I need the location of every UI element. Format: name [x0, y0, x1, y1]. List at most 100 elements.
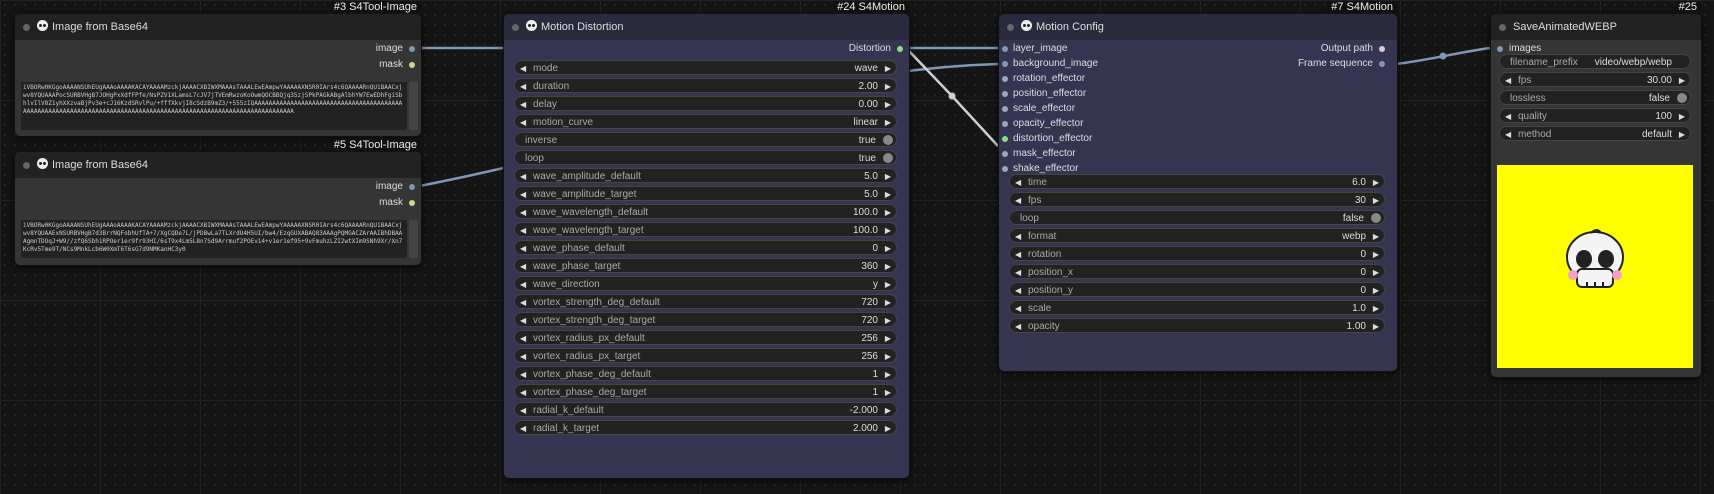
output-mask[interactable]: mask	[379, 58, 415, 72]
widget-loop[interactable]: loop false	[1009, 210, 1385, 225]
node-title[interactable]: Image from Base64	[15, 14, 421, 40]
output-frame-sequence[interactable]: Frame sequence	[1298, 57, 1385, 71]
increment-arrow-icon[interactable]: ▶	[885, 349, 891, 364]
widget-vortex-phase-deg-default[interactable]: ◀ vortex_phase_deg_default 1 ▶	[514, 366, 897, 381]
decrement-arrow-icon[interactable]: ◀	[1015, 247, 1021, 262]
decrement-arrow-icon[interactable]: ◀	[520, 187, 526, 202]
increment-arrow-icon[interactable]: ▶	[885, 367, 891, 382]
input-port-icon[interactable]	[1002, 76, 1008, 82]
increment-arrow-icon[interactable]: ▶	[885, 205, 891, 220]
decrement-arrow-icon[interactable]: ◀	[520, 403, 526, 418]
output-port-icon[interactable]	[409, 200, 415, 206]
decrement-arrow-icon[interactable]: ◀	[520, 115, 526, 130]
decrement-arrow-icon[interactable]: ◀	[520, 367, 526, 382]
input-port-icon[interactable]	[1002, 46, 1008, 52]
input-rotation-effector[interactable]: rotation_effector	[1002, 72, 1085, 86]
preview-image[interactable]	[1497, 165, 1693, 368]
decrement-arrow-icon[interactable]: ◀	[520, 79, 526, 94]
widget-duration[interactable]: ◀ duration 2.00 ▶	[514, 78, 897, 93]
widget-fps[interactable]: ◀ fps 30.00 ▶	[1499, 72, 1691, 87]
decrement-arrow-icon[interactable]: ◀	[1015, 301, 1021, 316]
input-port-icon[interactable]	[1002, 61, 1008, 67]
widget-lossless[interactable]: lossless false	[1499, 90, 1691, 105]
increment-arrow-icon[interactable]: ▶	[1373, 283, 1379, 298]
input-port-icon[interactable]	[1002, 106, 1008, 112]
increment-arrow-icon[interactable]: ▶	[885, 331, 891, 346]
output-mask[interactable]: mask	[379, 196, 415, 210]
decrement-arrow-icon[interactable]: ◀	[520, 331, 526, 346]
decrement-arrow-icon[interactable]: ◀	[520, 349, 526, 364]
widget-wave-phase-target[interactable]: ◀ wave_phase_target 360 ▶	[514, 258, 897, 273]
widget-fps[interactable]: ◀ fps 30 ▶	[1009, 192, 1385, 207]
increment-arrow-icon[interactable]: ▶	[1373, 175, 1379, 190]
increment-arrow-icon[interactable]: ▶	[885, 421, 891, 436]
widget-wave-phase-default[interactable]: ◀ wave_phase_default 0 ▶	[514, 240, 897, 255]
decrement-arrow-icon[interactable]: ◀	[520, 313, 526, 328]
input-port-icon[interactable]	[1002, 151, 1008, 157]
increment-arrow-icon[interactable]: ▶	[885, 223, 891, 238]
increment-arrow-icon[interactable]: ▶	[1373, 193, 1379, 208]
input-layer-image[interactable]: layer_image	[1002, 42, 1067, 56]
increment-arrow-icon[interactable]: ▶	[1373, 247, 1379, 262]
node-image-from-base64-1[interactable]: #3 S4Tool-Image Image from Base64 image …	[14, 1, 422, 137]
increment-arrow-icon[interactable]: ▶	[885, 295, 891, 310]
increment-arrow-icon[interactable]: ▶	[1679, 127, 1685, 142]
widget-vortex-strength-deg-target[interactable]: ◀ vortex_strength_deg_target 720 ▶	[514, 312, 897, 327]
output-port-icon[interactable]	[409, 46, 415, 52]
increment-arrow-icon[interactable]: ▶	[885, 169, 891, 184]
increment-arrow-icon[interactable]: ▶	[885, 61, 891, 76]
decrement-arrow-icon[interactable]: ◀	[520, 385, 526, 400]
increment-arrow-icon[interactable]: ▶	[885, 115, 891, 130]
decrement-arrow-icon[interactable]: ◀	[1505, 127, 1511, 142]
output-image[interactable]: image	[376, 42, 415, 56]
collapse-dot-icon[interactable]	[1007, 24, 1014, 31]
output-image[interactable]: image	[376, 180, 415, 194]
base64-textarea[interactable]: iVBORw0KGgoAAAANSUhEUgAAAoAAAAKACAYAAAAM…	[21, 82, 407, 130]
input-mask-effector[interactable]: mask_effector	[1002, 147, 1076, 161]
widget-loop[interactable]: loop true	[514, 150, 897, 165]
widget-scale[interactable]: ◀ scale 1.0 ▶	[1009, 300, 1385, 315]
widget-radial-k-target[interactable]: ◀ radial_k_target 2.000 ▶	[514, 420, 897, 435]
widget-time[interactable]: ◀ time 6.0 ▶	[1009, 174, 1385, 189]
node-motion-distortion[interactable]: #24 S4Motion Motion Distortion Distortio…	[503, 1, 910, 479]
input-distortion-effector[interactable]: distortion_effector	[1002, 132, 1092, 146]
output-port-icon[interactable]	[897, 46, 903, 52]
increment-arrow-icon[interactable]: ▶	[885, 79, 891, 94]
input-background-image[interactable]: background_image	[1002, 57, 1098, 71]
widget-wave-wavelength-target[interactable]: ◀ wave_wavelength_target 100.0 ▶	[514, 222, 897, 237]
node-motion-config[interactable]: #7 S4Motion Motion Config layer_image bac…	[998, 1, 1398, 372]
increment-arrow-icon[interactable]: ▶	[885, 277, 891, 292]
node-title[interactable]: SaveAnimatedWEBP	[1491, 14, 1701, 40]
widget-vortex-strength-deg-default[interactable]: ◀ vortex_strength_deg_default 720 ▶	[514, 294, 897, 309]
output-port-icon[interactable]	[409, 184, 415, 190]
widget-position-x[interactable]: ◀ position_x 0 ▶	[1009, 264, 1385, 279]
input-port-icon[interactable]	[1002, 166, 1008, 172]
decrement-arrow-icon[interactable]: ◀	[1015, 229, 1021, 244]
increment-arrow-icon[interactable]: ▶	[885, 313, 891, 328]
widget-vortex-radius-px-target[interactable]: ◀ vortex_radius_px_target 256 ▶	[514, 348, 897, 363]
output-port-icon[interactable]	[1379, 46, 1385, 52]
widget-position-y[interactable]: ◀ position_y 0 ▶	[1009, 282, 1385, 297]
collapse-dot-icon[interactable]	[23, 24, 30, 31]
decrement-arrow-icon[interactable]: ◀	[1505, 109, 1511, 124]
widget-wave-wavelength-default[interactable]: ◀ wave_wavelength_default 100.0 ▶	[514, 204, 897, 219]
increment-arrow-icon[interactable]: ▶	[1679, 73, 1685, 88]
decrement-arrow-icon[interactable]: ◀	[1505, 73, 1511, 88]
widget-format[interactable]: ◀ format webp ▶	[1009, 228, 1385, 243]
decrement-arrow-icon[interactable]: ◀	[520, 259, 526, 274]
node-image-from-base64-2[interactable]: #5 S4Tool-Image Image from Base64 image …	[14, 139, 422, 266]
base64-textarea[interactable]: iVBORw0KGgoAAAANSUhEUgAAAoAAAAKACAYAAAAM…	[21, 220, 407, 258]
decrement-arrow-icon[interactable]: ◀	[520, 241, 526, 256]
widget-wave-direction[interactable]: ◀ wave_direction y ▶	[514, 276, 897, 291]
decrement-arrow-icon[interactable]: ◀	[1015, 175, 1021, 190]
input-position-effector[interactable]: position_effector	[1002, 87, 1086, 101]
increment-arrow-icon[interactable]: ▶	[885, 403, 891, 418]
decrement-arrow-icon[interactable]: ◀	[520, 97, 526, 112]
widget-wave-amplitude-default[interactable]: ◀ wave_amplitude_default 5.0 ▶	[514, 168, 897, 183]
node-title[interactable]: Motion Config	[999, 14, 1397, 40]
collapse-dot-icon[interactable]	[23, 162, 30, 169]
collapse-dot-icon[interactable]	[512, 24, 519, 31]
output-output-path[interactable]: Output path	[1321, 42, 1385, 56]
input-port-icon[interactable]	[1497, 46, 1503, 52]
input-port-icon[interactable]	[1002, 136, 1008, 142]
